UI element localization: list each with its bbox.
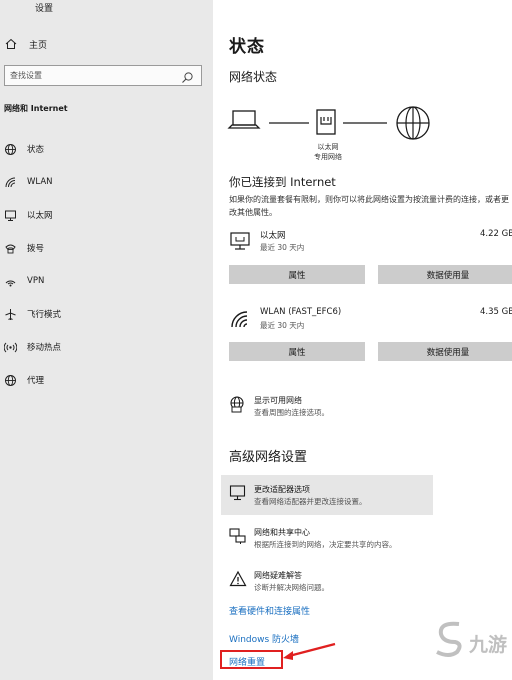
- diagram-label-private: 专用网络: [314, 153, 342, 161]
- sidebar-item-vpn[interactable]: VPN: [2, 272, 207, 290]
- adv-item-title: 更改适配器选项: [254, 485, 310, 494]
- main-panel: 状态 网络状态 以太网 专用网络 你已连接到 Internet 如果你的流量套餐…: [213, 0, 512, 680]
- sidebar-item-label: 代理: [27, 376, 45, 386]
- adv-item-desc: 诊断并解决网络问题。: [254, 583, 329, 592]
- adapter-usage: 4.22 GB: [480, 229, 512, 239]
- show-networks-desc: 查看周围的连接选项。: [254, 408, 329, 417]
- search-input[interactable]: [10, 71, 180, 80]
- app-title: 设置: [35, 4, 54, 14]
- section-label: 网络和 Internet: [4, 104, 68, 113]
- watermark-s-icon: [436, 621, 462, 657]
- adapter-period: 最近 30 天内: [260, 243, 305, 252]
- search-box[interactable]: [4, 65, 202, 86]
- wifi-icon: [2, 174, 18, 190]
- advanced-settings-heading: 高级网络设置: [229, 450, 308, 465]
- sidebar-item-label: 以太网: [27, 211, 53, 221]
- ethernet-monitor-icon: [2, 207, 18, 223]
- sidebar-item-dialup[interactable]: 拨号: [2, 239, 207, 257]
- connected-description: 如果你的流量套餐有限制，则你可以将此网络设置为按流量计费的连接，或者更改其他属性…: [229, 195, 509, 217]
- laptop-icon: [227, 110, 261, 129]
- home-label: 主页: [29, 40, 48, 51]
- network-diagram-svg: [227, 106, 430, 140]
- globe-icon: [2, 372, 18, 388]
- sidebar-item-label: 状态: [27, 145, 45, 155]
- ethernet-properties-button[interactable]: 属性: [229, 265, 365, 284]
- network-status-heading: 网络状态: [229, 70, 278, 84]
- hotspot-icon: [2, 339, 18, 355]
- ethernet-data-usage-button[interactable]: 数据使用量: [378, 265, 512, 284]
- show-networks-title: 显示可用网络: [254, 396, 302, 405]
- adapter-usage: 4.35 GB: [480, 307, 512, 317]
- page-title: 状态: [229, 37, 265, 57]
- sidebar-item-label: 移动热点: [27, 343, 62, 353]
- adapter-name: WLAN (FAST_EFC6): [260, 307, 342, 317]
- adapter-period: 最近 30 天内: [260, 321, 305, 330]
- sidebar-item-hotspot[interactable]: 移动热点: [2, 338, 207, 356]
- hardware-properties-link[interactable]: 查看硬件和连接属性: [229, 604, 310, 617]
- sidebar-item-label: VPN: [27, 276, 45, 286]
- adv-item-title: 网络疑难解答: [254, 571, 302, 580]
- status-globe-icon: [2, 141, 18, 157]
- phone-icon: [2, 240, 18, 256]
- search-icon[interactable]: [181, 69, 194, 83]
- internet-globe-icon: [396, 106, 430, 140]
- sidebar: 设置 主页 网络和 Internet 状态 WLAN 以太网: [0, 0, 213, 680]
- sharing-center-icon: [229, 527, 247, 545]
- sidebar-item-label: WLAN: [27, 177, 53, 187]
- show-networks-icon: [229, 395, 247, 413]
- ethernet-port-icon: [316, 109, 336, 135]
- adv-item-title: 网络和共享中心: [254, 528, 310, 537]
- monitor-settings-icon: [229, 484, 247, 502]
- reset-highlight-box: [220, 650, 283, 669]
- airplane-icon: [2, 306, 18, 322]
- adv-item-desc: 根据所连接到的网络，决定要共享的内容。: [254, 540, 397, 549]
- sidebar-item-status[interactable]: 状态: [2, 140, 207, 158]
- watermark-text: 九游: [469, 634, 508, 656]
- sidebar-item-proxy[interactable]: 代理: [2, 371, 207, 389]
- home-icon: [4, 37, 18, 51]
- adapter-name: 以太网: [260, 231, 286, 241]
- sidebar-item-airplane[interactable]: 飞行模式: [2, 305, 207, 323]
- hover-highlight: [221, 475, 433, 515]
- sidebar-item-ethernet[interactable]: 以太网: [2, 206, 207, 224]
- wifi-signal-icon: [229, 309, 251, 329]
- red-arrow-annotation: [283, 642, 336, 660]
- connected-title: 你已连接到 Internet: [229, 175, 336, 189]
- ethernet-monitor-icon: [229, 231, 251, 251]
- wlan-properties-button[interactable]: 属性: [229, 342, 365, 361]
- watermark-logo: 九游: [433, 608, 511, 668]
- wlan-data-usage-button[interactable]: 数据使用量: [378, 342, 512, 361]
- adv-item-desc: 查看网络适配器并更改连接设置。: [254, 497, 367, 506]
- sidebar-item-wlan[interactable]: WLAN: [2, 173, 207, 191]
- warning-icon: [229, 570, 247, 588]
- sidebar-item-label: 拨号: [27, 244, 45, 254]
- diagram-label-ethernet: 以太网: [317, 143, 339, 151]
- sidebar-item-label: 飞行模式: [27, 310, 62, 320]
- vpn-icon: [2, 273, 18, 289]
- home-nav-item[interactable]: 主页: [4, 37, 47, 51]
